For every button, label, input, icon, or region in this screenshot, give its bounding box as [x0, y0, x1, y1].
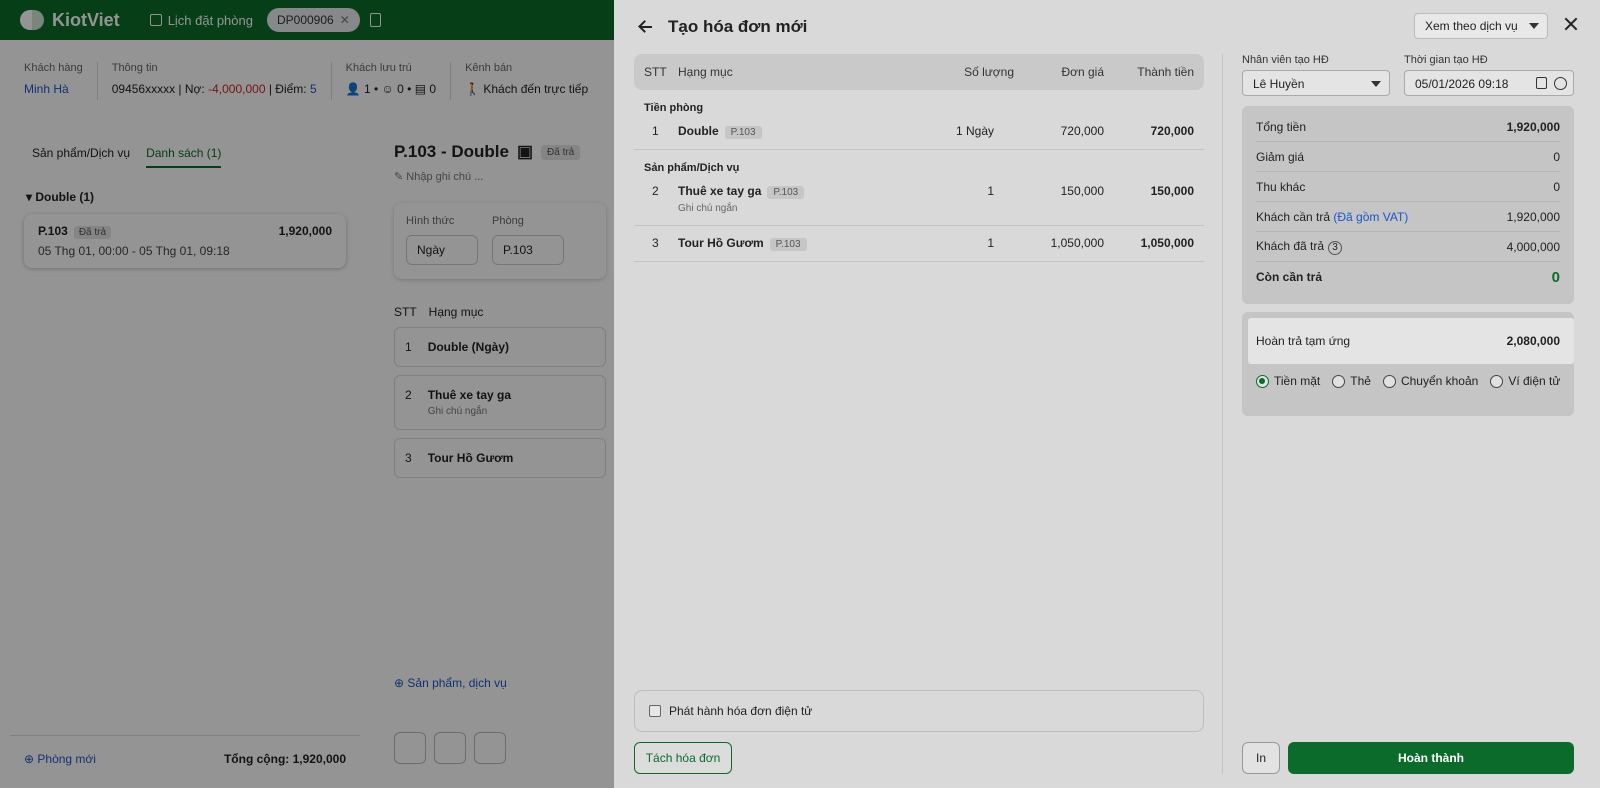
refund-row[interactable]: Hoàn trả tạm ứng 2,080,000 — [1248, 318, 1574, 364]
method-transfer[interactable]: Chuyển khoản — [1382, 374, 1478, 388]
staff-select[interactable]: Lê Huyền — [1242, 70, 1390, 96]
vat-note: (Đã gồm VAT) — [1333, 209, 1409, 224]
table-row: 1 Double P.103 1 Ngày 720,000 720,000 — [634, 114, 1204, 150]
chevron-down-icon — [1529, 23, 1539, 29]
calendar-icon[interactable] — [1536, 77, 1547, 89]
room-badge: P.103 — [769, 238, 807, 251]
invoice-items-table: STT Hạng mục Số lượng Đơn giá Thành tiền… — [634, 54, 1204, 262]
page-title: Tạo hóa đơn mới — [668, 17, 808, 36]
table-row: 3 Tour Hồ Gươm P.103 1 1,050,000 1,050,00… — [634, 226, 1204, 262]
radio[interactable] — [1382, 374, 1396, 388]
payment-summary: Tổng tiền 1,920,000 Giảm giá 0 Thu khác … — [1242, 106, 1574, 304]
clock-icon[interactable] — [1554, 77, 1567, 90]
back-arrow-icon[interactable] — [638, 19, 654, 35]
divider — [1222, 54, 1223, 774]
radio-selected[interactable] — [1256, 374, 1269, 388]
chevron-down-icon — [1371, 81, 1381, 87]
radio[interactable] — [1490, 374, 1504, 388]
complete-button[interactable]: Hoàn thành — [1288, 742, 1574, 774]
split-invoice-button[interactable]: Tách hóa đơn — [634, 742, 732, 774]
method-card[interactable]: Thẻ — [1332, 374, 1371, 388]
section-room-charges: Tiền phòng — [644, 102, 704, 114]
other-charges-row[interactable]: Thu khác 0 — [1256, 172, 1560, 202]
table-row: 2 Thuê xe tay ga P.103 Ghi chú ngắn 1 150,… — [634, 174, 1204, 226]
e-invoice-option[interactable]: Phát hành hóa đơn điện tử — [634, 690, 1204, 732]
refund-box: Hoàn trả tạm ứng 2,080,000 Tiền mặt Thẻ … — [1242, 312, 1574, 416]
e-invoice-checkbox[interactable] — [649, 705, 661, 717]
room-badge: P.103 — [724, 126, 762, 139]
room-badge: P.103 — [767, 186, 805, 199]
discount-row[interactable]: Giảm giá 0 — [1256, 142, 1560, 172]
create-invoice-drawer: Tạo hóa đơn mới Xem theo dịch vụ STT Hạn… — [614, 0, 1600, 788]
payment-methods: Tiền mặt Thẻ Chuyển khoản Ví điện tử — [1256, 374, 1560, 388]
radio[interactable] — [1332, 374, 1346, 388]
method-ewallet[interactable]: Ví điện tử — [1490, 374, 1560, 388]
invoice-summary-column: Nhân viên tạo HĐ Lê Huyền Thời gian tạo … — [1242, 54, 1574, 416]
close-icon[interactable] — [1564, 17, 1578, 31]
payments-count-badge[interactable]: 3 — [1328, 240, 1343, 255]
table-header: STT Hạng mục Số lượng Đơn giá Thành tiền — [634, 54, 1204, 90]
view-mode-select[interactable]: Xem theo dịch vụ — [1414, 13, 1548, 39]
method-cash[interactable]: Tiền mặt — [1256, 374, 1320, 388]
drawer-header: Tạo hóa đơn mới Xem theo dịch vụ — [614, 0, 1600, 54]
print-button[interactable]: In — [1242, 742, 1280, 774]
invoice-time-input[interactable]: 05/01/2026 09:18 — [1404, 70, 1574, 96]
section-services: Sản phẩm/Dịch vụ — [644, 162, 740, 174]
